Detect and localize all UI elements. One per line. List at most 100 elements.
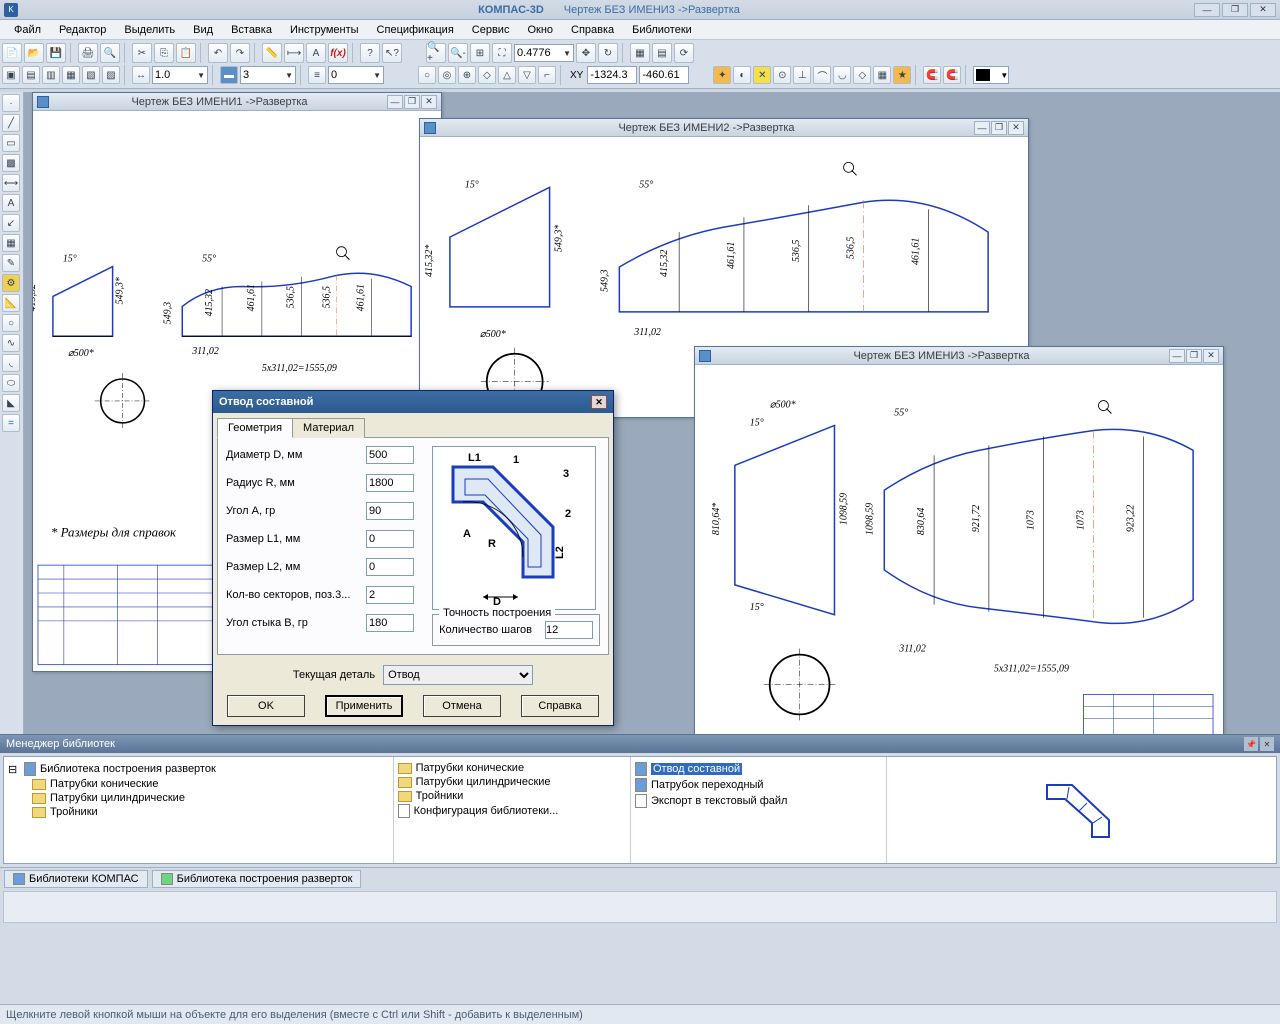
snap-grid-icon[interactable]: ▦ [873, 66, 891, 84]
tool-1[interactable]: ▣ [2, 66, 20, 84]
snap-1[interactable]: ○ [418, 66, 436, 84]
menu-edit[interactable]: Редактор [51, 22, 114, 38]
coord-x-input[interactable] [587, 66, 637, 84]
dim-icon[interactable]: ⟼ [284, 43, 304, 63]
doc3-min[interactable]: — [1169, 349, 1185, 363]
rotate-icon[interactable]: ↻ [598, 43, 618, 63]
lib-list[interactable]: Патрубки конические Патрубки цилиндричес… [394, 757, 631, 863]
vt-spline-icon[interactable]: ∿ [2, 334, 20, 352]
vt-param-icon[interactable]: ⚙ [2, 274, 20, 292]
doc3-canvas[interactable]: 810,64* 1098,59 15° ⌀500* 15° 55° [695, 365, 1223, 745]
zoom-out-icon[interactable]: 🔍- [448, 43, 468, 63]
help-icon[interactable]: ? [360, 43, 380, 63]
ok-button[interactable]: OK [227, 695, 305, 717]
color-swatch[interactable]: ▼ [973, 66, 1009, 84]
context-help-icon[interactable]: ↖? [382, 43, 402, 63]
input-l2[interactable] [366, 558, 414, 576]
magnet-off-icon[interactable]: 🧲 [943, 66, 961, 84]
vt-arc-icon[interactable]: ◟ [2, 354, 20, 372]
style-icon[interactable]: ≡ [308, 66, 326, 84]
tool-2[interactable]: ▤ [22, 66, 40, 84]
print-icon[interactable]: 🖨 [78, 43, 98, 63]
minimize-button[interactable]: — [1194, 3, 1220, 17]
vt-circle-icon[interactable]: ○ [2, 314, 20, 332]
zoom-combo[interactable]: 0.4776▼ [514, 44, 574, 62]
snap-center-icon[interactable]: ⊙ [773, 66, 791, 84]
coord-y-input[interactable] [639, 66, 689, 84]
magnet-on-icon[interactable]: 🧲 [923, 66, 941, 84]
snap-3[interactable]: ⊕ [458, 66, 476, 84]
apply-button[interactable]: Применить [325, 695, 403, 717]
input-r[interactable] [366, 474, 414, 492]
snap-mid-icon[interactable]: ◐ [733, 66, 751, 84]
redo-icon[interactable]: ↷ [230, 43, 250, 63]
menu-select[interactable]: Выделить [116, 22, 183, 38]
doc2-close[interactable]: ✕ [1008, 121, 1024, 135]
layer-icon[interactable]: ▬ [220, 66, 238, 84]
open-icon[interactable]: 📂 [24, 43, 44, 63]
doc1-max[interactable]: ❐ [404, 95, 420, 109]
vt-text-icon[interactable]: A [2, 194, 20, 212]
save-icon[interactable]: 💾 [46, 43, 66, 63]
zoom-window-icon[interactable]: ⊞ [470, 43, 490, 63]
menu-libs[interactable]: Библиотеки [624, 22, 700, 38]
arrow-lr-icon[interactable]: ↔ [132, 66, 150, 84]
lib-items[interactable]: Отвод составной Патрубок переходный Эксп… [631, 757, 887, 863]
vt-measure-icon[interactable]: 📐 [2, 294, 20, 312]
doc2-max[interactable]: ❐ [991, 121, 1007, 135]
scale-combo[interactable]: 1.0▼ [152, 66, 208, 84]
dialog-titlebar[interactable]: Отвод составной ✕ [213, 391, 613, 413]
snap-end-icon[interactable]: ✦ [713, 66, 731, 84]
vt-dim-icon[interactable]: ⟷ [2, 174, 20, 192]
refresh-icon[interactable]: ⟳ [674, 43, 694, 63]
lib-tab-razvertki[interactable]: Библиотека построения разверток [152, 870, 362, 888]
tool-5[interactable]: ▧ [82, 66, 100, 84]
display-icon[interactable]: ▤ [652, 43, 672, 63]
ruler-icon[interactable]: 📏 [262, 43, 282, 63]
vt-rect-icon[interactable]: ▭ [2, 134, 20, 152]
snap-5[interactable]: △ [498, 66, 516, 84]
snap-7[interactable]: ⌐ [538, 66, 556, 84]
preview-icon[interactable]: 🔍 [100, 43, 120, 63]
input-d[interactable] [366, 446, 414, 464]
snap-2[interactable]: ◎ [438, 66, 456, 84]
snap-tan-icon[interactable]: ⌒ [813, 66, 831, 84]
input-joint[interactable] [366, 614, 414, 632]
paste-icon[interactable]: 📋 [176, 43, 196, 63]
vt-hatch-icon[interactable]: ▩ [2, 154, 20, 172]
vt-chamfer-icon[interactable]: ◣ [2, 394, 20, 412]
zoom-in-icon[interactable]: 🔍+ [426, 43, 446, 63]
snap-perp-icon[interactable]: ⊥ [793, 66, 811, 84]
steps-input[interactable] [545, 621, 593, 639]
menu-window[interactable]: Окно [519, 22, 561, 38]
vt-line-icon[interactable]: ╱ [2, 114, 20, 132]
layer-combo[interactable]: 3▼ [240, 66, 296, 84]
menu-view[interactable]: Вид [185, 22, 221, 38]
vt-table-icon[interactable]: ▦ [2, 234, 20, 252]
snap-all-icon[interactable]: ★ [893, 66, 911, 84]
new-icon[interactable]: 📄 [2, 43, 22, 63]
tool-3[interactable]: ▥ [42, 66, 60, 84]
menu-help[interactable]: Справка [563, 22, 622, 38]
doc1-close[interactable]: ✕ [421, 95, 437, 109]
snap-4[interactable]: ◇ [478, 66, 496, 84]
menu-tools[interactable]: Инструменты [282, 22, 367, 38]
snap-int-icon[interactable]: ✕ [753, 66, 771, 84]
doc1-min[interactable]: — [387, 95, 403, 109]
close-button[interactable]: ✕ [1250, 3, 1276, 17]
doc2-min[interactable]: — [974, 121, 990, 135]
cut-icon[interactable]: ✂ [132, 43, 152, 63]
doc3-close[interactable]: ✕ [1203, 349, 1219, 363]
pan-icon[interactable]: ✥ [576, 43, 596, 63]
tool-6[interactable]: ▨ [102, 66, 120, 84]
snap-near-icon[interactable]: ◡ [833, 66, 851, 84]
dialog-close[interactable]: ✕ [591, 395, 607, 409]
vt-ellipse-icon[interactable]: ⬭ [2, 374, 20, 392]
lib-tab-kompas[interactable]: Библиотеки КОМПАС [4, 870, 148, 888]
snap-node-icon[interactable]: ◇ [853, 66, 871, 84]
copy-icon[interactable]: ⎘ [154, 43, 174, 63]
tool-4[interactable]: ▦ [62, 66, 80, 84]
tab-material[interactable]: Материал [292, 418, 365, 438]
grid-icon[interactable]: ▦ [630, 43, 650, 63]
tab-geometry[interactable]: Геометрия [217, 418, 293, 438]
